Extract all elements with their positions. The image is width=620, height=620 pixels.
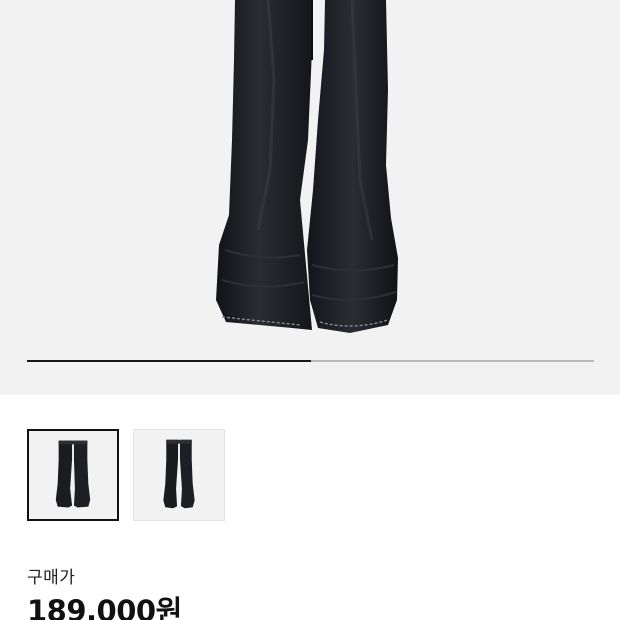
carousel-progress-fill bbox=[27, 360, 311, 362]
thumbnail-2[interactable] bbox=[133, 429, 225, 521]
carousel-progress-track bbox=[27, 360, 594, 362]
price-label: 구매가 bbox=[27, 568, 76, 588]
price-value: 189,000원 bbox=[27, 594, 182, 620]
pants-thumbnail bbox=[55, 440, 91, 508]
pants-thumbnail bbox=[163, 439, 195, 509]
product-image-carousel[interactable] bbox=[0, 0, 620, 395]
product-page: 구매가 189,000원 bbox=[0, 0, 620, 620]
pants-photo bbox=[216, 0, 398, 333]
thumbnail-list bbox=[27, 429, 225, 521]
thumbnail-1[interactable] bbox=[27, 429, 119, 521]
